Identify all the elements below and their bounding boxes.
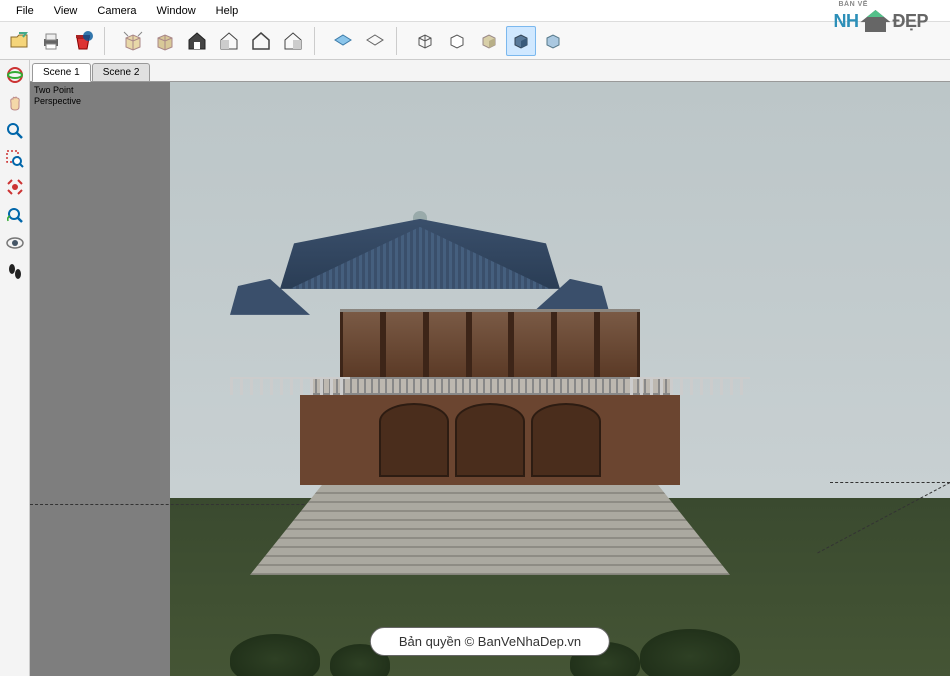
brand-logo: BẢN VẼ NH ĐẸP <box>833 10 928 32</box>
house-part2-button[interactable] <box>278 26 308 56</box>
layer-outline-button[interactable] <box>360 26 390 56</box>
box-button[interactable] <box>150 26 180 56</box>
iso-shaded-button[interactable] <box>474 26 504 56</box>
menu-bar: File View Camera Window Help <box>0 0 950 22</box>
pan-tool[interactable] <box>2 90 28 116</box>
delete-button[interactable] <box>68 26 98 56</box>
iso-textured-button[interactable] <box>506 26 536 56</box>
house-outline-button[interactable] <box>246 26 276 56</box>
house-solid-button[interactable] <box>182 26 212 56</box>
viewport-occluder <box>30 82 170 676</box>
layer-blue-button[interactable] <box>328 26 358 56</box>
left-toolbar <box>0 60 30 676</box>
iso-mono-button[interactable] <box>538 26 568 56</box>
viewport-3d[interactable]: Two Point Perspective <box>30 82 950 676</box>
guide-line <box>830 482 950 483</box>
previous-view-tool[interactable] <box>2 202 28 228</box>
house-icon <box>860 10 890 32</box>
open-file-button[interactable] <box>4 26 34 56</box>
model-temple[interactable] <box>250 219 730 575</box>
house-part1-button[interactable] <box>214 26 244 56</box>
tab-scene-2[interactable]: Scene 2 <box>92 63 151 81</box>
camera-mode-label: Two Point Perspective <box>34 85 81 107</box>
menu-file[interactable]: File <box>6 2 44 20</box>
iso-wire-button[interactable] <box>410 26 440 56</box>
menu-window[interactable]: Window <box>147 2 206 20</box>
zoom-extents-tool[interactable] <box>2 174 28 200</box>
tab-scene-1[interactable]: Scene 1 <box>32 63 91 82</box>
scene-tabs: Scene 1 Scene 2 <box>30 60 950 82</box>
iso-outline-button[interactable] <box>442 26 472 56</box>
print-button[interactable] <box>36 26 66 56</box>
walk-tool[interactable] <box>2 258 28 284</box>
main-toolbar <box>0 22 950 60</box>
menu-help[interactable]: Help <box>206 2 249 20</box>
watermark-badge: Bản quyền © BanVeNhaDep.vn <box>370 627 610 656</box>
menu-camera[interactable]: Camera <box>87 2 146 20</box>
zoom-window-tool[interactable] <box>2 146 28 172</box>
zoom-tool[interactable] <box>2 118 28 144</box>
look-around-tool[interactable] <box>2 230 28 256</box>
guide-line <box>817 482 950 553</box>
box-open-button[interactable] <box>118 26 148 56</box>
orbit-tool[interactable] <box>2 62 28 88</box>
menu-view[interactable]: View <box>44 2 88 20</box>
